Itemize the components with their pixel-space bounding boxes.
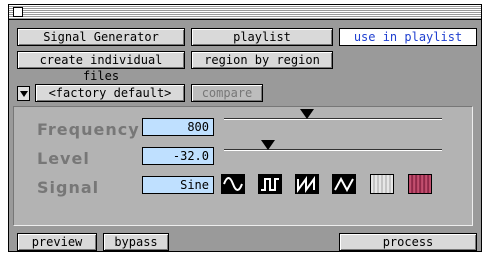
create-individual-files-button[interactable]: create individual files [17, 51, 185, 83]
level-label: Level [37, 149, 90, 168]
frequency-slider-track[interactable] [224, 118, 442, 120]
process-button[interactable]: process [339, 233, 477, 251]
triangle-wave-icon[interactable] [332, 174, 356, 194]
playlist-button[interactable]: playlist [191, 28, 333, 46]
use-in-playlist-button[interactable]: use in playlist [339, 28, 477, 46]
frequency-slider-thumb[interactable] [299, 109, 314, 119]
preview-button[interactable]: preview [17, 233, 97, 251]
signal-generator-window: Signal Generator playlist use in playlis… [8, 4, 482, 252]
square-wave-icon[interactable] [258, 174, 282, 194]
sawtooth-wave-icon[interactable] [295, 174, 319, 194]
compare-button[interactable]: compare [191, 84, 263, 102]
frequency-field[interactable]: 800 [142, 118, 214, 136]
bypass-button[interactable]: bypass [103, 233, 169, 251]
white-noise-icon[interactable] [370, 174, 394, 194]
level-field[interactable]: -32.0 [142, 147, 214, 165]
title-bar[interactable] [9, 5, 481, 20]
signal-label: Signal [37, 178, 100, 197]
close-box-icon[interactable] [13, 7, 23, 17]
region-by-region-button[interactable]: region by region [191, 51, 333, 69]
frequency-label: Frequency [37, 120, 140, 139]
signal-field[interactable]: Sine [142, 176, 214, 194]
sine-wave-icon[interactable] [221, 174, 245, 194]
level-slider-track[interactable] [224, 149, 442, 151]
level-slider-thumb[interactable] [260, 140, 275, 150]
preset-selector[interactable]: <factory default> [35, 84, 185, 102]
preset-menu-arrow-icon[interactable] [17, 86, 30, 101]
pink-noise-icon[interactable] [408, 174, 432, 194]
signal-generator-button[interactable]: Signal Generator [17, 28, 185, 46]
